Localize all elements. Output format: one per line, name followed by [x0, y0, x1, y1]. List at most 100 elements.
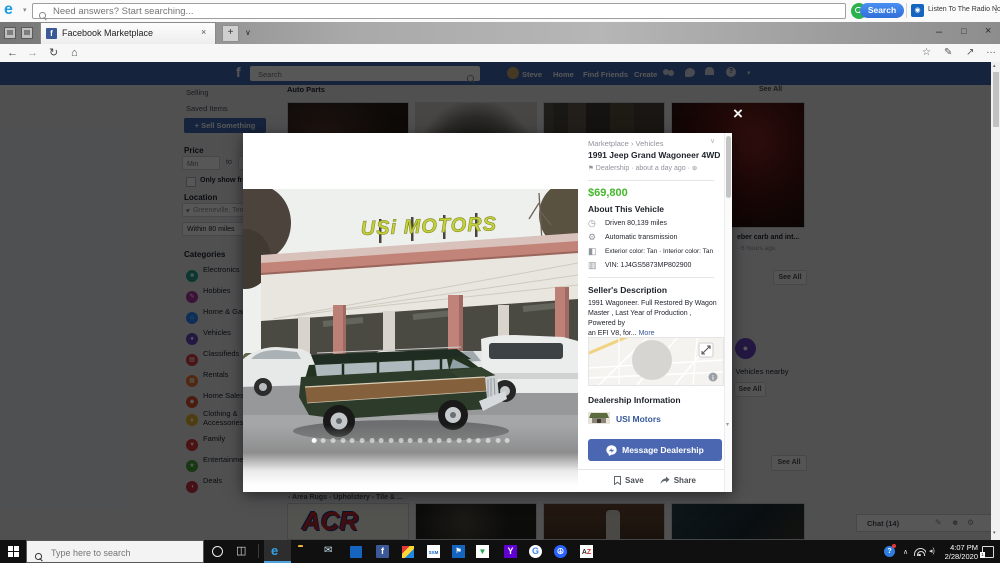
carousel-dot[interactable] [495, 438, 501, 443]
share-button[interactable]: Share [660, 476, 696, 485]
carousel-dot[interactable] [475, 438, 481, 443]
carousel-dot[interactable] [417, 438, 423, 443]
forward-button[interactable]: → [27, 44, 38, 62]
panel-scrollbar-thumb[interactable] [726, 136, 731, 198]
carousel-dot[interactable] [456, 438, 462, 443]
breadcrumb[interactable]: Marketplace › Vehicles [588, 139, 663, 148]
carousel-dot[interactable] [466, 438, 472, 443]
toolbar-search-button[interactable]: Search [860, 3, 904, 18]
taskbar: ◫ e ✉ f SXM ⚑ ▼ Y G ☮ AZ ? ∧ ◂) 4:07 PM … [0, 540, 1000, 563]
tab-close-icon[interactable]: × [201, 27, 206, 37]
minimize-button[interactable]: – [936, 26, 942, 38]
toolbar-window-icon-2[interactable] [21, 27, 33, 39]
taskbar-store-bag-icon[interactable] [402, 546, 414, 558]
carousel-dot[interactable] [388, 438, 394, 443]
browser-extension-toolbar: e ▾ Search ◉ Listen To The Radio Now ⋮ [0, 0, 1000, 23]
settings-more-icon[interactable]: … [986, 45, 996, 56]
start-button[interactable] [8, 546, 19, 557]
carousel-dot[interactable] [504, 438, 510, 443]
taskbar-sxm-icon[interactable]: SXM [427, 545, 440, 558]
taskbar-edge-icon[interactable]: e [271, 543, 278, 558]
hub-icon[interactable]: ☆ [922, 47, 931, 58]
web-note-pen-icon[interactable]: ✎ [944, 47, 952, 58]
taskbar-mail-icon[interactable]: ✉ [324, 545, 332, 556]
edge-logo-icon[interactable]: e [4, 1, 13, 19]
taskbar-peace-icon[interactable]: ☮ [554, 545, 567, 558]
radio-icon[interactable]: ◉ [911, 4, 924, 17]
maximize-button[interactable]: □ [961, 26, 966, 36]
more-link[interactable]: More [639, 330, 655, 337]
taskbar-divider [258, 544, 259, 558]
modal-close-icon[interactable]: × [733, 105, 743, 122]
carousel-dot[interactable] [320, 438, 326, 443]
tray-clock[interactable]: 4:07 PM 2/28/2020 [938, 543, 978, 562]
tab-favicon: f [46, 28, 57, 39]
message-dealership-button[interactable]: Message Dealership [588, 439, 722, 461]
tab-facebook-marketplace[interactable]: f Facebook Marketplace × [40, 22, 216, 44]
carousel-dot[interactable] [408, 438, 413, 443]
dealer-name-link[interactable]: USI Motors [616, 414, 661, 424]
scroll-up-icon[interactable]: ▴ [993, 63, 996, 69]
panel-scroll-down-icon[interactable]: ▾ [726, 421, 729, 428]
taskbar-search-box[interactable] [26, 540, 204, 563]
transmission-icon: ⚙ [588, 232, 597, 242]
carousel-dot[interactable] [485, 438, 491, 443]
taskbar-google-icon[interactable]: G [529, 545, 542, 558]
scroll-down-icon[interactable]: ▾ [993, 530, 996, 536]
map-info-icon[interactable]: i [708, 372, 718, 382]
save-label: Save [625, 476, 644, 485]
map-expand-icon[interactable] [698, 342, 714, 358]
taskbar-search-input[interactable] [49, 545, 201, 560]
back-button[interactable]: ← [7, 44, 18, 62]
toolbar-menu-icon[interactable]: ⋮ [991, 4, 1000, 15]
share-icon[interactable]: ↗ [966, 47, 974, 58]
location-map[interactable]: i [588, 337, 724, 386]
taskbar-blue-app-icon[interactable] [350, 546, 362, 558]
carousel-dot[interactable] [427, 438, 433, 443]
panel-scrollbar[interactable]: ▾ [724, 133, 732, 492]
task-view-icon[interactable]: ◫ [236, 544, 246, 557]
refresh-button[interactable]: ↻ [49, 44, 58, 62]
carousel-dot[interactable] [437, 438, 443, 443]
divider [588, 277, 714, 278]
taskbar-green-diamond-icon[interactable]: ▼ [476, 545, 489, 558]
close-window-button[interactable]: × [985, 25, 991, 37]
taskbar-flag-icon[interactable]: ⚑ [452, 545, 465, 558]
dealer-logo[interactable] [588, 412, 610, 424]
carousel-dot[interactable] [359, 438, 365, 443]
carousel-dot[interactable] [378, 438, 384, 443]
breadcrumb-caret-icon[interactable]: ∨ [710, 137, 715, 145]
carousel-dot[interactable] [340, 438, 346, 443]
toolbar-search-input[interactable] [51, 4, 835, 18]
tray-chevron-icon[interactable]: ∧ [903, 548, 908, 556]
divider [588, 180, 714, 181]
toolbar-search-box[interactable] [32, 3, 846, 19]
toolbar-divider [906, 3, 907, 18]
carousel-dot[interactable] [446, 438, 452, 443]
clock-time: 4:07 PM [950, 542, 978, 552]
cortana-icon[interactable] [212, 546, 223, 557]
toolbar-window-icon[interactable] [4, 27, 16, 39]
carousel-dots [311, 438, 510, 443]
radio-label[interactable]: Listen To The Radio Now [928, 6, 1000, 13]
globe-icon: ⊕ [691, 165, 698, 172]
scrollbar-thumb[interactable] [992, 72, 999, 127]
vehicle-photo[interactable]: USi MOTORS [243, 189, 578, 453]
carousel-dot[interactable] [330, 438, 336, 443]
new-tab-button[interactable]: + [222, 25, 239, 42]
speaker-icon[interactable]: ◂) [929, 547, 935, 555]
browser-scrollbar[interactable]: ▴ ▾ [991, 62, 1000, 540]
tab-list-caret-icon[interactable]: ∨ [245, 28, 251, 37]
network-wifi-icon[interactable] [914, 547, 926, 556]
home-button[interactable]: ⌂ [71, 44, 78, 62]
taskbar-yahoo-icon[interactable]: Y [504, 545, 517, 558]
carousel-dot[interactable] [369, 438, 375, 443]
logo-dropdown-icon[interactable]: ▾ [23, 6, 27, 14]
carousel-dot[interactable] [398, 438, 404, 443]
carousel-dot[interactable] [311, 438, 317, 443]
save-button[interactable]: Save [614, 476, 644, 485]
taskbar-facebook-icon[interactable]: f [376, 545, 389, 558]
message-button-label: Message Dealership [622, 445, 704, 455]
taskbar-az-icon[interactable]: AZ [580, 545, 593, 558]
carousel-dot[interactable] [349, 438, 355, 443]
